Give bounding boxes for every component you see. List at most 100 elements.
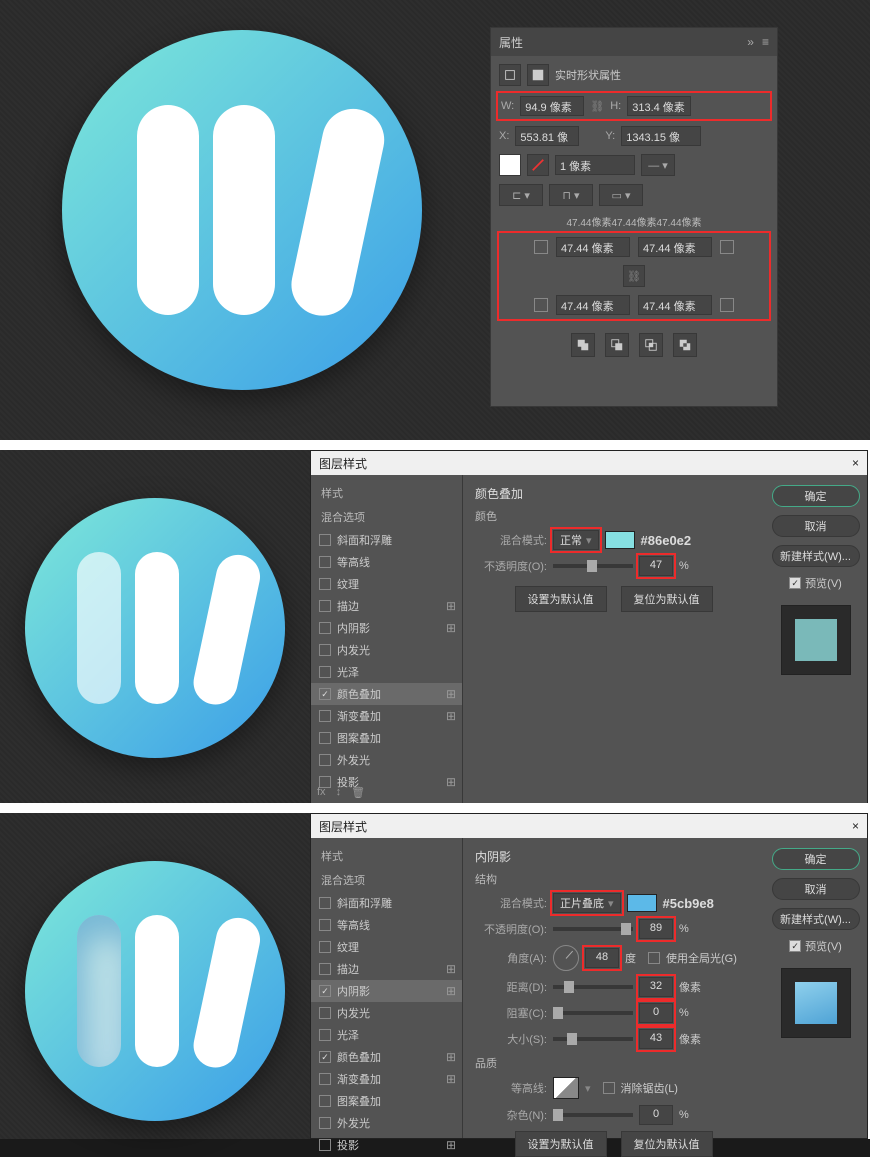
corner-br-toggle[interactable] (720, 298, 734, 312)
color-swatch[interactable] (627, 894, 657, 912)
shape-bounds-icon[interactable] (499, 64, 521, 86)
reset-default-button[interactable]: 复位为默认值 (621, 586, 713, 612)
ok-button[interactable]: 确定 (772, 485, 860, 507)
styles-header[interactable]: 样式 (311, 844, 462, 868)
style-item-6[interactable]: 光泽 (311, 1024, 462, 1046)
opacity-input[interactable]: 47 (639, 556, 673, 576)
link-wh-icon[interactable]: ⛓ (590, 100, 604, 113)
style-item-7[interactable]: ✓颜色叠加⊞ (311, 683, 462, 705)
properties-titlebar[interactable]: 属性 » ≡ (491, 28, 777, 56)
ok-button[interactable]: 确定 (772, 848, 860, 870)
style-item-2[interactable]: 纹理 (311, 573, 462, 595)
style-item-10[interactable]: 外发光 (311, 1112, 462, 1134)
global-light-checkbox[interactable] (648, 952, 660, 964)
add-effect-icon[interactable]: ⊞ (446, 1072, 456, 1086)
align-dropdown[interactable]: ▭ ▾ (599, 184, 643, 206)
fill-swatch[interactable] (499, 154, 521, 176)
style-item-2[interactable]: 纹理 (311, 936, 462, 958)
blend-options-header[interactable]: 混合选项 (311, 868, 462, 892)
style-item-9[interactable]: 图案叠加 (311, 1090, 462, 1112)
cancel-button[interactable]: 取消 (772, 515, 860, 537)
style-checkbox[interactable] (319, 1007, 331, 1019)
pathop-combine[interactable] (571, 333, 595, 357)
preview-checkbox[interactable]: ✓ 预览(V) (789, 575, 842, 591)
x-input[interactable]: 553.81 像 (515, 126, 579, 146)
style-checkbox[interactable] (319, 1029, 331, 1041)
add-effect-icon[interactable]: ⊞ (446, 709, 456, 723)
add-effect-icon[interactable]: ⊞ (446, 1138, 456, 1152)
size-input[interactable]: 43 (639, 1029, 673, 1049)
style-checkbox[interactable] (319, 710, 331, 722)
style-item-7[interactable]: ✓颜色叠加⊞ (311, 1046, 462, 1068)
size-slider[interactable] (553, 1037, 633, 1041)
style-item-5[interactable]: 内发光 (311, 639, 462, 661)
y-input[interactable]: 1343.15 像 (621, 126, 701, 146)
add-effect-icon[interactable]: ⊞ (446, 984, 456, 998)
reset-default-button[interactable]: 复位为默认值 (621, 1131, 713, 1157)
style-item-0[interactable]: 斜面和浮雕 (311, 892, 462, 914)
style-checkbox[interactable] (319, 963, 331, 975)
fx-icon[interactable]: fx (317, 786, 326, 799)
style-checkbox[interactable] (319, 1139, 331, 1151)
pathop-subtract[interactable] (605, 333, 629, 357)
angle-input[interactable]: 48 (585, 948, 619, 968)
fx-add-icon[interactable]: ↕ (336, 786, 342, 799)
contour-picker[interactable] (553, 1077, 579, 1099)
add-effect-icon[interactable]: ⊞ (446, 621, 456, 635)
style-item-0[interactable]: 斜面和浮雕 (311, 529, 462, 551)
corner-dropdown[interactable]: ⊓ ▾ (549, 184, 593, 206)
opacity-slider[interactable] (553, 927, 633, 931)
style-checkbox[interactable] (319, 578, 331, 590)
menu-icon[interactable]: ≡ (762, 35, 769, 49)
style-item-5[interactable]: 内发光 (311, 1002, 462, 1024)
stroke-type-dropdown[interactable]: — ▾ (641, 154, 675, 176)
pathop-exclude[interactable] (673, 333, 697, 357)
style-checkbox[interactable]: ✓ (319, 985, 331, 997)
style-checkbox[interactable] (319, 556, 331, 568)
style-checkbox[interactable] (319, 897, 331, 909)
noise-input[interactable]: 0 (639, 1105, 673, 1125)
add-effect-icon[interactable]: ⊞ (446, 962, 456, 976)
add-effect-icon[interactable]: ⊞ (446, 1050, 456, 1064)
angle-dial[interactable] (553, 945, 579, 971)
fx-trash-icon[interactable]: 🗑 (351, 786, 365, 799)
style-item-4[interactable]: ✓内阴影⊞ (311, 980, 462, 1002)
style-checkbox[interactable] (319, 644, 331, 656)
style-item-11[interactable]: 投影⊞ (311, 1134, 462, 1156)
style-checkbox[interactable] (319, 732, 331, 744)
collapse-icon[interactable]: » (747, 35, 754, 49)
corner-tr-toggle[interactable] (720, 240, 734, 254)
style-checkbox[interactable] (319, 919, 331, 931)
new-style-button[interactable]: 新建样式(W)... (772, 908, 860, 930)
color-swatch[interactable] (605, 531, 635, 549)
style-item-1[interactable]: 等高线 (311, 551, 462, 573)
close-icon[interactable]: × (852, 819, 859, 833)
height-input[interactable]: 313.4 像素 (627, 96, 691, 116)
close-icon[interactable]: × (852, 456, 859, 470)
style-checkbox[interactable]: ✓ (319, 688, 331, 700)
style-checkbox[interactable] (319, 754, 331, 766)
add-effect-icon[interactable]: ⊞ (446, 687, 456, 701)
style-item-1[interactable]: 等高线 (311, 914, 462, 936)
add-effect-icon[interactable]: ⊞ (446, 599, 456, 613)
style-item-10[interactable]: 外发光 (311, 749, 462, 771)
style-checkbox[interactable]: ✓ (319, 1051, 331, 1063)
corner-br-input[interactable]: 47.44 像素 (638, 295, 712, 315)
style-item-3[interactable]: 描边⊞ (311, 958, 462, 980)
stroke-width-input[interactable]: 1 像素 (555, 155, 635, 175)
width-input[interactable]: 94.9 像素 (520, 96, 584, 116)
corner-tl-toggle[interactable] (534, 240, 548, 254)
styles-header[interactable]: 样式 (311, 481, 462, 505)
style-checkbox[interactable] (319, 666, 331, 678)
cancel-button[interactable]: 取消 (772, 878, 860, 900)
style-checkbox[interactable] (319, 1073, 331, 1085)
corner-tr-input[interactable]: 47.44 像素 (638, 237, 712, 257)
blend-mode-select[interactable]: 正常 ▾ (553, 530, 599, 550)
choke-input[interactable]: 0 (639, 1003, 673, 1023)
style-item-8[interactable]: 渐变叠加⊞ (311, 705, 462, 727)
style-checkbox[interactable] (319, 622, 331, 634)
style-item-3[interactable]: 描边⊞ (311, 595, 462, 617)
style-checkbox[interactable] (319, 1095, 331, 1107)
blend-mode-select[interactable]: 正片叠底 ▾ (553, 893, 621, 913)
style-checkbox[interactable] (319, 1117, 331, 1129)
